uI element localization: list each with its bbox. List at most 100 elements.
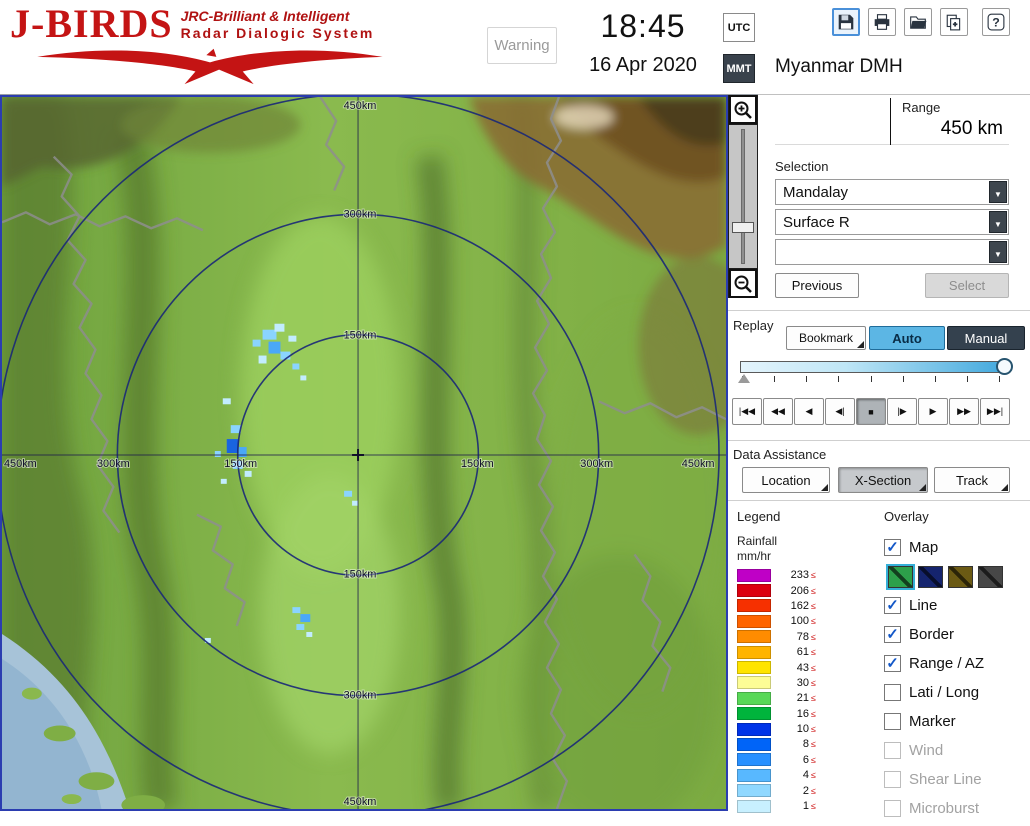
fast-forward-button[interactable]: ▶▶ <box>949 398 979 425</box>
print-button[interactable] <box>868 8 896 36</box>
map-style-gray[interactable] <box>978 566 1003 588</box>
auto-button[interactable]: Auto <box>869 326 945 350</box>
legend-swatch <box>737 646 771 659</box>
timeline-thumb[interactable] <box>996 358 1013 375</box>
checkbox-lati-long[interactable] <box>884 684 901 701</box>
checkbox-marker[interactable] <box>884 713 901 730</box>
app-logo: J-BIRDS JRC-Brilliant & Intelligent Rada… <box>10 4 440 86</box>
play-button[interactable]: ▶ <box>918 398 948 425</box>
lte-icon: ≤ <box>811 786 816 796</box>
fast-rewind-button[interactable]: ◀◀ <box>763 398 793 425</box>
overlay-item-marker[interactable]: Marker <box>884 710 1030 732</box>
product-dropdown[interactable]: Surface R <box>775 209 1009 235</box>
map-style-navy[interactable] <box>918 566 943 588</box>
svg-text:300km: 300km <box>344 690 377 702</box>
overlay-label: Border <box>909 626 954 643</box>
bookmark-button[interactable]: Bookmark <box>786 326 866 350</box>
location-button[interactable]: Location <box>742 467 830 493</box>
svg-text:300km: 300km <box>344 208 377 220</box>
radar-map[interactable]: 450km 300km 150km 150km 300km 450km 450k… <box>0 95 728 811</box>
manual-button[interactable]: Manual <box>947 326 1025 350</box>
previous-button[interactable]: Previous <box>775 273 859 298</box>
zoom-out-button[interactable] <box>729 269 757 298</box>
select-button[interactable]: Select <box>925 273 1009 298</box>
svg-text:450km: 450km <box>682 458 715 470</box>
lte-icon: ≤ <box>811 663 816 673</box>
right-panel: Replay Bookmark Auto Manual |◀◀ ◀◀ ◀ ◀| … <box>728 300 1030 811</box>
lte-icon: ≤ <box>811 724 816 734</box>
overlay-item-range-az[interactable]: Range / AZ <box>884 652 1030 674</box>
timeline-bar[interactable] <box>740 361 1002 373</box>
checkbox-shear-line <box>884 771 901 788</box>
chevron-down-icon[interactable] <box>989 181 1007 203</box>
legend-row: 10≤ <box>737 722 877 736</box>
overlay-item-lati-long[interactable]: Lati / Long <box>884 681 1030 703</box>
checkbox-border[interactable] <box>884 626 901 643</box>
export-button[interactable] <box>940 8 968 36</box>
playback-controls: |◀◀ ◀◀ ◀ ◀| ■ |▶ ▶ ▶▶ ▶▶| <box>732 398 1010 425</box>
help-button[interactable]: ? <box>982 8 1010 36</box>
skip-to-start-button[interactable]: |◀◀ <box>732 398 762 425</box>
svg-text:450km: 450km <box>344 796 377 808</box>
legend-swatch <box>737 599 771 612</box>
overlay-label: Marker <box>909 713 956 730</box>
checkbox-range-az[interactable] <box>884 655 901 672</box>
zoom-in-button[interactable] <box>729 95 757 124</box>
range-display: Range 450 km <box>775 98 1009 145</box>
zoom-in-icon <box>733 100 753 120</box>
zoom-slider[interactable] <box>729 125 757 268</box>
track-button[interactable]: Track <box>934 467 1010 493</box>
checkbox-line[interactable] <box>884 597 901 614</box>
legend-swatch <box>737 753 771 766</box>
overlay-label: Range / AZ <box>909 655 984 672</box>
open-folder-button[interactable] <box>904 8 932 36</box>
lte-icon: ≤ <box>811 616 816 626</box>
warning-button[interactable]: Warning <box>487 27 557 64</box>
step-back-button[interactable]: ◀| <box>825 398 855 425</box>
header-right-section: ? Myanmar DMH <box>758 0 1030 95</box>
map-style-green[interactable] <box>888 566 913 588</box>
timeline-start-marker-icon <box>738 374 750 383</box>
legend-title: Legend <box>737 509 877 524</box>
save-button[interactable] <box>832 8 860 36</box>
rainfall-legend: Legend Rainfall mm/hr 233≤ 206≤ 162≤ 100… <box>737 509 877 814</box>
svg-text:300km: 300km <box>580 458 613 470</box>
clock-display: 18:45 16 Apr 2020 <box>568 8 718 78</box>
legend-swatch <box>737 769 771 782</box>
legend-row: 6≤ <box>737 753 877 767</box>
checkbox-microburst <box>884 800 901 817</box>
legend-swatch <box>737 707 771 720</box>
map-style-olive[interactable] <box>948 566 973 588</box>
zoom-slider-thumb[interactable] <box>732 222 754 233</box>
range-value: 450 km <box>941 118 1003 140</box>
step-forward-button[interactable]: |▶ <box>887 398 917 425</box>
stop-button[interactable]: ■ <box>856 398 886 425</box>
legend-swatch <box>737 723 771 736</box>
utc-button[interactable]: UTC <box>723 13 755 42</box>
lte-icon: ≤ <box>811 709 816 719</box>
skip-to-end-button[interactable]: ▶▶| <box>980 398 1010 425</box>
overlay-item-shear-line: Shear Line <box>884 768 1030 790</box>
chevron-down-icon[interactable] <box>989 241 1007 263</box>
selection-label: Selection <box>775 159 828 174</box>
zoom-slider-groove <box>741 129 745 264</box>
x-section-button[interactable]: X-Section <box>838 467 928 493</box>
checkbox-map[interactable] <box>884 539 901 556</box>
overlay-item-map[interactable]: Map <box>884 536 1030 558</box>
play-reverse-button[interactable]: ◀ <box>794 398 824 425</box>
overlay-item-border[interactable]: Border <box>884 623 1030 645</box>
open-folder-icon <box>909 13 927 31</box>
checkbox-wind <box>884 742 901 759</box>
legend-row: 61≤ <box>737 645 877 659</box>
site-dropdown[interactable]: Mandalay <box>775 179 1009 205</box>
chevron-down-icon[interactable] <box>989 211 1007 233</box>
divider <box>728 440 1030 441</box>
jbirds-app: { "header": { "logo": { "title": "J-BIRD… <box>0 0 1030 811</box>
replay-timeline[interactable] <box>738 358 1016 388</box>
extra-dropdown[interactable] <box>775 239 1009 265</box>
legend-swatch <box>737 615 771 628</box>
legend-row: 78≤ <box>737 630 877 644</box>
mmt-button[interactable]: MMT <box>723 54 755 83</box>
overlay-item-line[interactable]: Line <box>884 594 1030 616</box>
svg-text:150km: 150km <box>344 568 377 580</box>
